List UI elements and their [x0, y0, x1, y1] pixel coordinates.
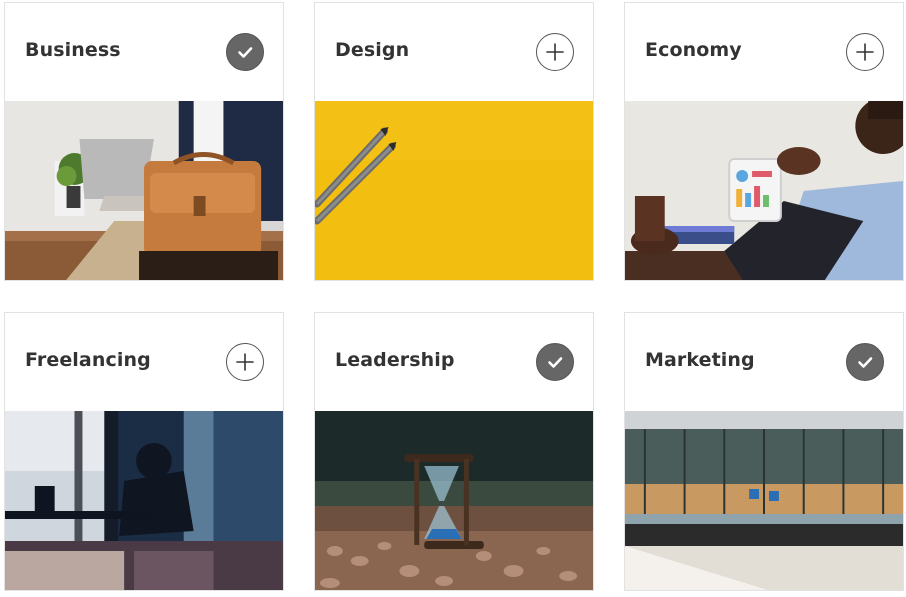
office-briefcase-photo [5, 101, 283, 280]
checkmark-toggle-button[interactable] [536, 343, 574, 381]
topic-card-design[interactable]: Design [314, 2, 594, 281]
topic-card-leadership[interactable]: Leadership [314, 312, 594, 591]
check-icon [858, 357, 873, 368]
checkmark-toggle-button[interactable] [846, 343, 884, 381]
card-header: Freelancing [5, 313, 283, 411]
glass-building-photo [625, 411, 903, 590]
topic-card-economy[interactable]: Economy [624, 2, 904, 281]
cafe-silhouette-photo [5, 411, 283, 590]
plus-icon [546, 43, 564, 61]
topic-title: Business [25, 39, 121, 61]
tablet-chart-photo [625, 101, 903, 280]
add-toggle-button[interactable] [536, 33, 574, 71]
add-toggle-button[interactable] [226, 343, 264, 381]
topic-title: Marketing [645, 349, 755, 371]
topic-title: Economy [645, 39, 742, 61]
card-header: Business [5, 3, 283, 101]
topic-card-freelancing[interactable]: Freelancing [4, 312, 284, 591]
topic-title: Leadership [335, 349, 455, 371]
hourglass-in-pebbles-photo [315, 411, 593, 590]
topic-card-marketing[interactable]: Marketing [624, 312, 904, 591]
card-header: Leadership [315, 313, 593, 411]
card-header: Economy [625, 3, 903, 101]
add-toggle-button[interactable] [846, 33, 884, 71]
checkmark-toggle-button[interactable] [226, 33, 264, 71]
card-header: Marketing [625, 313, 903, 411]
plus-icon [236, 353, 254, 371]
plus-icon [856, 43, 874, 61]
card-header: Design [315, 3, 593, 101]
check-icon [548, 357, 563, 368]
pencils-on-yellow-photo [315, 101, 593, 280]
topic-card-business[interactable]: Business [4, 2, 284, 281]
check-icon [238, 47, 253, 58]
topic-title: Design [335, 39, 410, 61]
topic-title: Freelancing [25, 349, 151, 371]
